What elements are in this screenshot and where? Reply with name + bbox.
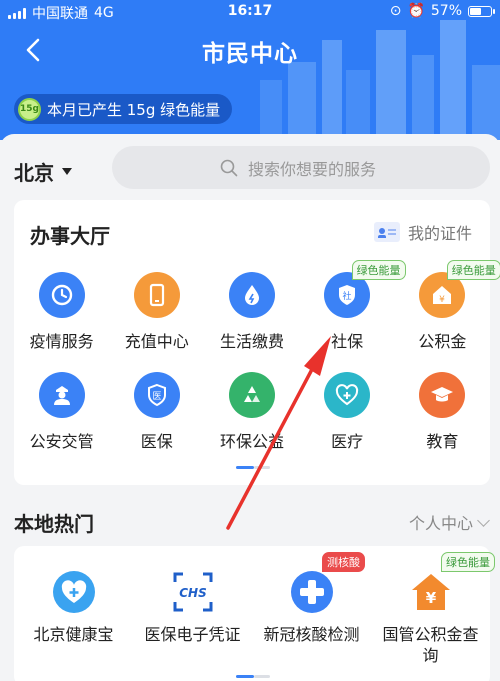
personal-center-label: 个人中心 bbox=[408, 514, 473, 533]
heart-plus-icon bbox=[324, 372, 371, 418]
header: 中国联通 4G 16:17 ⊙ ⏰ 57% 市民中心 15g 本月已产生 15g… bbox=[0, 0, 500, 140]
search-icon bbox=[220, 159, 238, 176]
service-label: 社保 bbox=[331, 332, 364, 351]
page-indicator bbox=[236, 675, 270, 678]
green-energy-badge: 绿色能量 bbox=[441, 552, 495, 572]
office-card: 办事大厅 我的证件 疫情服务 充值中心 生活缴费 绿色能量 社 社保 绿色能量 … bbox=[14, 200, 500, 485]
service-label: 医保 bbox=[140, 432, 173, 451]
energy-badge-icon: 15g bbox=[18, 97, 41, 121]
medical-cross-icon bbox=[290, 571, 333, 613]
service-label: 北京健康宝 bbox=[33, 625, 114, 644]
my-cert-label: 我的证件 bbox=[407, 224, 472, 243]
service-covid-test[interactable]: 测核酸 新冠核酸检测 bbox=[252, 552, 371, 666]
svg-text:CHS: CHS bbox=[179, 586, 207, 600]
service-state-housing-fund[interactable]: 绿色能量 ¥ 国管公积金查询 bbox=[371, 552, 495, 666]
service-traffic-police[interactable]: 公安交管 bbox=[14, 368, 109, 468]
svg-text:¥: ¥ bbox=[425, 589, 436, 607]
police-icon bbox=[38, 372, 85, 418]
service-label: 国管公积金查询 bbox=[382, 625, 479, 665]
medical-shield-icon: 医 bbox=[133, 372, 180, 418]
service-social-security[interactable]: 绿色能量 社 社保 bbox=[300, 260, 406, 368]
service-education[interactable]: 教育 bbox=[395, 368, 490, 468]
status-bar: 中国联通 4G 16:17 ⊙ ⏰ 57% bbox=[0, 0, 500, 24]
battery-icon bbox=[468, 5, 495, 17]
svg-text:医: 医 bbox=[152, 391, 161, 402]
service-healthcare[interactable]: 医疗 bbox=[300, 368, 395, 468]
service-label: 教育 bbox=[426, 432, 459, 451]
service-housing-fund[interactable]: 绿色能量 ¥ 公积金 bbox=[395, 260, 500, 368]
service-pandemic[interactable]: 疫情服务 bbox=[14, 268, 109, 368]
city-label: 北京 bbox=[14, 161, 54, 185]
local-hot-title: 本地热门 bbox=[14, 512, 94, 536]
my-cert-button[interactable]: 我的证件 bbox=[373, 220, 472, 244]
local-hot-row: 北京健康宝 CHS 医保电子凭证 测核酸 新冠核酸检测 绿色能量 ¥ 国管公积金… bbox=[14, 552, 495, 666]
personal-center-link[interactable]: 个人中心 bbox=[408, 510, 490, 534]
house-yen-icon: ¥ bbox=[411, 574, 450, 610]
service-label: 生活缴费 bbox=[219, 332, 284, 351]
service-medical-insurance[interactable]: 医 医保 bbox=[109, 368, 204, 468]
energy-text: 本月已产生 15g 绿色能量 bbox=[47, 100, 221, 119]
rotation-lock-icon: ⊙ bbox=[389, 3, 402, 19]
search-input[interactable]: 搜索你想要的服务 bbox=[112, 146, 490, 189]
service-label: 公积金 bbox=[418, 332, 467, 351]
service-label: 疫情服务 bbox=[29, 332, 94, 351]
service-utilities[interactable]: 生活缴费 bbox=[204, 268, 299, 368]
alarm-icon: ⏰ bbox=[407, 3, 425, 19]
recycle-icon bbox=[228, 372, 275, 418]
chevron-down-icon bbox=[477, 513, 490, 527]
service-label: 充值中心 bbox=[124, 332, 189, 351]
water-drop-icon bbox=[228, 272, 275, 318]
city-selector[interactable]: 北京 bbox=[14, 157, 72, 186]
green-energy-banner[interactable]: 15g 本月已产生 15g 绿色能量 bbox=[14, 94, 233, 124]
office-grid: 疫情服务 充值中心 生活缴费 绿色能量 社 社保 绿色能量 ¥ 公积金 公安交管… bbox=[14, 260, 500, 468]
office-title: 办事大厅 bbox=[30, 224, 110, 248]
battery-percent: 57% bbox=[430, 3, 462, 19]
service-beijing-health-kit[interactable]: 北京健康宝 bbox=[14, 570, 133, 666]
search-placeholder: 搜索你想要的服务 bbox=[248, 159, 377, 179]
service-label: 医保电子凭证 bbox=[144, 625, 241, 644]
service-label: 医疗 bbox=[331, 432, 364, 451]
chs-scan-icon: CHS bbox=[173, 572, 212, 612]
heart-plus-icon bbox=[52, 571, 95, 613]
service-label: 公安交管 bbox=[29, 432, 94, 451]
service-recharge[interactable]: 充值中心 bbox=[109, 268, 204, 368]
svg-text:¥: ¥ bbox=[439, 295, 445, 305]
service-eco-charity[interactable]: 环保公益 bbox=[204, 368, 299, 468]
page-title: 市民中心 bbox=[202, 41, 298, 67]
graduation-cap-icon bbox=[419, 372, 466, 418]
service-label: 新冠核酸检测 bbox=[263, 625, 360, 644]
id-card-icon bbox=[373, 222, 400, 242]
phone-icon bbox=[133, 272, 180, 318]
green-energy-badge: 绿色能量 bbox=[446, 260, 500, 280]
test-badge: 测核酸 bbox=[322, 552, 365, 572]
page-indicator bbox=[236, 466, 270, 469]
local-hot-card: 北京健康宝 CHS 医保电子凭证 测核酸 新冠核酸检测 绿色能量 ¥ 国管公积金… bbox=[14, 546, 495, 681]
service-label: 环保公益 bbox=[219, 432, 284, 451]
service-medical-e-voucher[interactable]: CHS 医保电子凭证 bbox=[133, 570, 252, 666]
svg-text:社: 社 bbox=[343, 290, 352, 302]
caret-down-icon bbox=[62, 168, 72, 175]
clock-icon bbox=[38, 272, 85, 318]
